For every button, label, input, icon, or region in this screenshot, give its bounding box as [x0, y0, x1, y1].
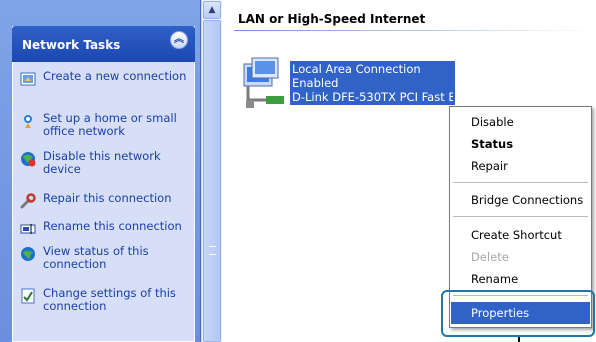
- callout-pointer-line: [518, 337, 520, 342]
- task-view-status[interactable]: View status of this connection: [20, 245, 192, 271]
- menu-item-repair[interactable]: Repair: [451, 155, 590, 177]
- menu-item-bridge-connections[interactable]: Bridge Connections: [451, 189, 590, 211]
- home-network-icon: [24, 115, 32, 128]
- collapse-chevron-icon[interactable]: ︽: [170, 31, 188, 49]
- vertical-scrollbar[interactable]: ▲: [201, 0, 222, 342]
- task-repair-connection[interactable]: Repair this connection: [20, 192, 192, 209]
- menu-item-create-shortcut[interactable]: Create Shortcut: [451, 224, 590, 246]
- connection-device: D-Link DFE-530TX PCI Fast Et...: [292, 90, 453, 104]
- task-rename-connection[interactable]: Rename this connection: [20, 220, 192, 237]
- menu-item-rename[interactable]: Rename: [451, 268, 590, 290]
- task-label: View status of this connection: [43, 244, 149, 271]
- local-area-connection-item[interactable]: Local Area Connection Enabled D-Link DFE…: [238, 56, 458, 116]
- change-settings-icon: [21, 288, 35, 304]
- menu-item-delete: Delete: [471, 250, 509, 264]
- menu-separator: [453, 182, 588, 183]
- scroll-up-arrow-icon[interactable]: ▲: [203, 1, 221, 19]
- task-setup-home-network[interactable]: Set up a home or small office network: [20, 112, 192, 138]
- task-change-settings[interactable]: Change settings of this connection: [20, 287, 192, 313]
- task-label: Rename this connection: [43, 219, 182, 233]
- network-connection-icon: [243, 57, 284, 108]
- section-divider: [234, 30, 596, 31]
- task-label: Change settings of this connection: [43, 286, 176, 313]
- task-label: Disable this network device: [43, 149, 161, 176]
- connection-label-block: Local Area Connection Enabled D-Link DFE…: [290, 61, 455, 105]
- connection-name: Local Area Connection: [292, 62, 421, 76]
- task-create-new-connection[interactable]: Create a new connection: [20, 70, 192, 87]
- repair-wrench-icon: [20, 193, 36, 209]
- network-tasks-title: Network Tasks: [22, 38, 121, 52]
- task-disable-device[interactable]: Disable this network device: [20, 150, 192, 176]
- task-label: Create a new connection: [43, 69, 187, 83]
- connection-status: Enabled: [292, 76, 339, 90]
- task-label: Set up a home or small office network: [43, 111, 177, 138]
- menu-item-status[interactable]: Status: [451, 133, 590, 155]
- menu-separator: [453, 216, 588, 217]
- task-label: Repair this connection: [43, 191, 172, 205]
- view-status-icon: [21, 247, 35, 261]
- network-tasks-header[interactable]: Network Tasks ︽: [12, 26, 195, 62]
- scroll-grip-icon: [209, 246, 216, 255]
- properties-highlight-box: [441, 290, 595, 337]
- section-title: LAN or High-Speed Internet: [238, 12, 426, 26]
- new-connection-icon: [20, 72, 36, 86]
- rename-icon: [20, 224, 36, 234]
- menu-item-disable[interactable]: Disable: [451, 111, 590, 133]
- disable-device-icon: [21, 152, 36, 167]
- scroll-thumb[interactable]: [203, 20, 221, 342]
